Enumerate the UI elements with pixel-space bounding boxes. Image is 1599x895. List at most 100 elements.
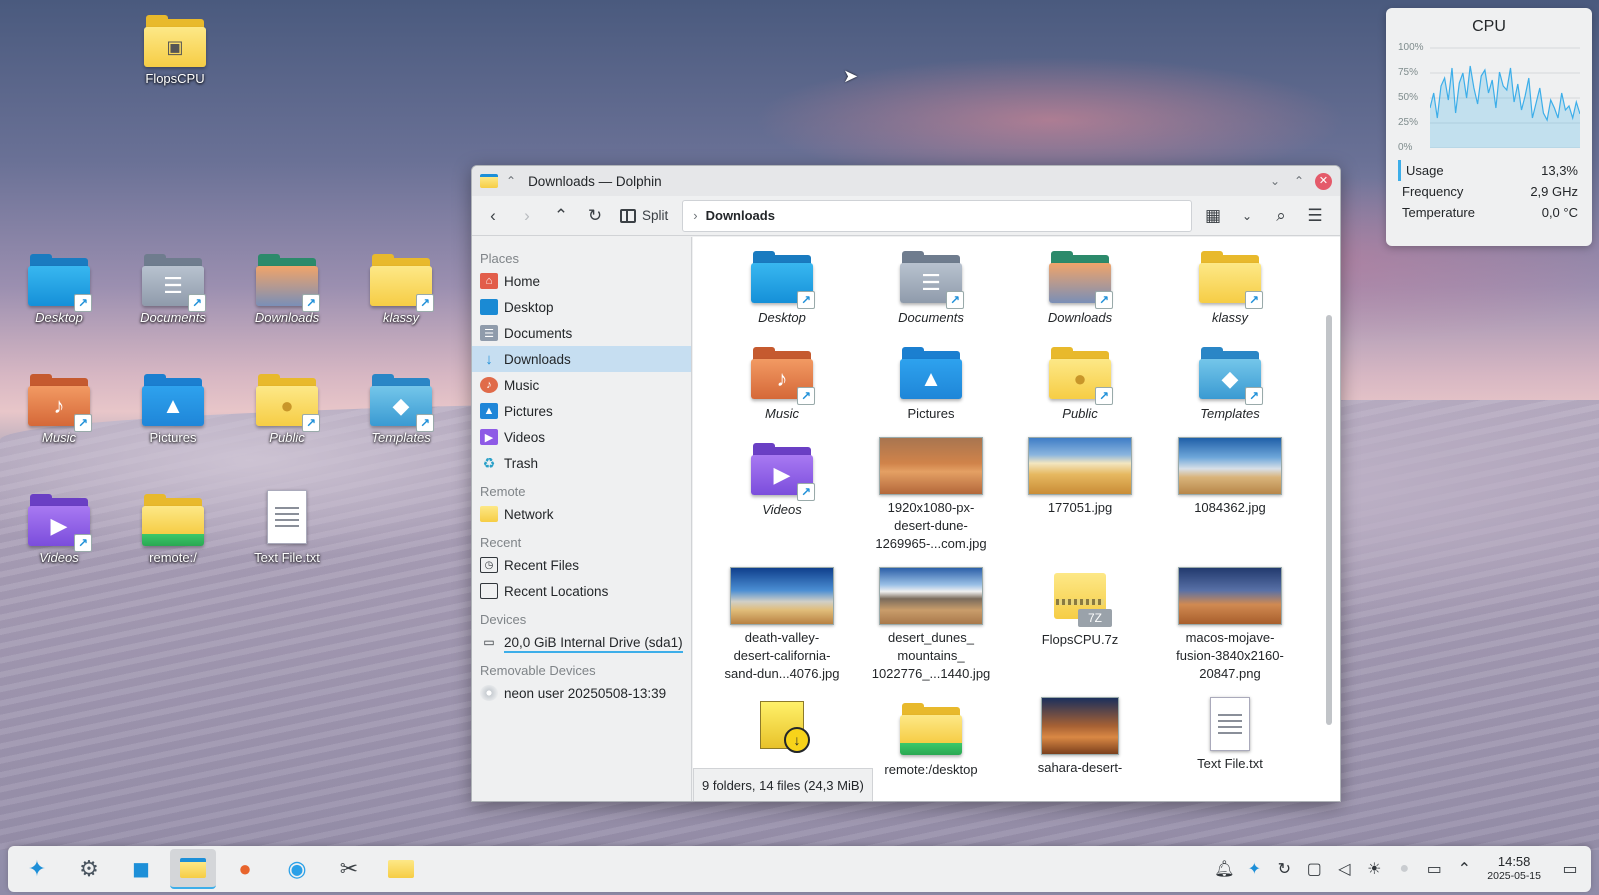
file-view[interactable]: ↗ Desktop ☰ ↗ Documents ↗ Downloads ↗ kla… [693, 237, 1340, 801]
sidebar-item-label: Pictures [504, 403, 553, 419]
back-button[interactable]: ‹ [478, 201, 508, 231]
file-manager-icon[interactable] [378, 849, 424, 889]
file-item-archive[interactable]: 7Z FlopsCPU.7z [1005, 573, 1155, 649]
breadcrumb-item[interactable]: Downloads [706, 208, 775, 223]
volume-icon[interactable]: ◁ [1329, 859, 1359, 879]
file-item-image[interactable]: 177051.jpg [1005, 437, 1155, 517]
split-icon [620, 208, 636, 223]
brightness-icon[interactable]: ☀ [1359, 859, 1389, 879]
night-light-icon[interactable]: ● [1389, 860, 1419, 878]
desktop-icon-downloads[interactable]: ↗ Downloads [237, 254, 337, 325]
desktop-icon-desktop[interactable]: ↗ Desktop [9, 254, 109, 325]
updates-icon[interactable]: ↻ [1269, 859, 1299, 879]
file-name: sahara-desert- [1037, 760, 1123, 775]
file-name: 1084362.jpg [1194, 500, 1266, 515]
file-item-klassy[interactable]: ↗ klassy [1155, 251, 1305, 327]
notifications-icon[interactable]: 🔔︎ [1209, 859, 1239, 879]
file-item-image[interactable]: macos-mojave- fusion-3840x2160- 20847.pn… [1155, 567, 1305, 683]
row-label: Frequency [1402, 184, 1464, 199]
row-value: 0,0 °C [1541, 205, 1578, 220]
sidebar-item-music[interactable]: ♪ Music [472, 372, 691, 398]
firefox-icon[interactable]: ● [222, 849, 268, 889]
keep-above-icon[interactable]: ⌃ [506, 174, 516, 188]
sidebar-item-home[interactable]: ⌂ Home [472, 268, 691, 294]
up-button[interactable]: ⌃ [546, 201, 576, 231]
discover-icon[interactable]: ◼ [118, 849, 164, 889]
search-button[interactable]: ⌕ [1266, 201, 1296, 231]
sidebar-item-recent-locations[interactable]: Recent Locations [472, 578, 691, 604]
file-item-image[interactable]: death-valley- desert-california- sand-du… [707, 567, 857, 683]
desktop-icon-public[interactable]: ● ↗ Public [237, 374, 337, 445]
file-item-desktop[interactable]: ↗ Desktop [707, 251, 857, 327]
dolphin-icon[interactable] [170, 849, 216, 889]
dolphin-window: ⌃ Downloads — Dolphin ⌄ ⌃ ✕ ‹ › ⌃ ↻ Spli… [471, 165, 1341, 802]
file-item-image[interactable]: 1920x1080-px- desert-dune- 1269965-...co… [856, 437, 1006, 553]
file-item-pictures[interactable]: ▲ Pictures [856, 347, 1006, 423]
desktop-icon-flopscpu[interactable]: ▣ FlopsCPU [125, 15, 225, 86]
reload-button[interactable]: ↻ [580, 201, 610, 231]
file-item-templates[interactable]: ◆ ↗ Templates [1155, 347, 1305, 423]
file-item-image[interactable]: sahara-desert- [1005, 697, 1155, 777]
file-item-image[interactable]: 1084362.jpg [1155, 437, 1305, 517]
launcher-icon[interactable]: ✦ [14, 849, 60, 889]
desktop-icon-remote[interactable]: remote:/ [123, 494, 223, 565]
sidebar-item-recent-files[interactable]: ◷ Recent Files [472, 552, 691, 578]
file-item-videos[interactable]: ▶ ↗ Videos [707, 443, 857, 519]
file-item-remote-desktop[interactable]: remote:/desktop [856, 703, 1006, 779]
desktop-icon-videos[interactable]: ▶ ↗ Videos [9, 494, 109, 565]
window-titlebar[interactable]: ⌃ Downloads — Dolphin ⌄ ⌃ ✕ [472, 166, 1340, 196]
expand-tray-icon[interactable]: ⌃ [1449, 859, 1479, 879]
image-thumbnail [879, 567, 983, 625]
digital-clock[interactable]: 14:58 2025-05-15 [1487, 855, 1541, 883]
section-devices: Devices [480, 612, 527, 627]
sidebar-item-videos[interactable]: ▶ Videos [472, 424, 691, 450]
spectacle-icon[interactable]: ✂ [326, 849, 372, 889]
sidebar-item-optical-disc[interactable]: neon user 20250508-13:39 [472, 680, 691, 706]
file-item-documents[interactable]: ☰ ↗ Documents [856, 251, 1006, 327]
sidebar-item-internal-drive[interactable]: ▭ 20,0 GiB Internal Drive (sda1) [472, 629, 691, 655]
cpu-row-frequency: Frequency 2,9 GHz [1398, 181, 1580, 202]
desktop-icon-label: Desktop [35, 310, 83, 325]
display-icon[interactable]: ▭ [1419, 859, 1449, 879]
vertical-scrollbar[interactable] [1326, 315, 1332, 725]
minimize-button[interactable]: ⌄ [1263, 174, 1287, 188]
places-panel: Places ⌂ Home Desktop ☰ Documents ↓ Downloa… [472, 237, 692, 801]
close-button[interactable]: ✕ [1315, 172, 1332, 190]
archive-7z-icon: 7Z [1048, 573, 1112, 627]
clipboard-icon[interactable]: ▢ [1299, 859, 1329, 879]
file-item-downloads[interactable]: ↗ Downloads [1005, 251, 1155, 327]
documents-folder-icon: ☰ ↗ [142, 254, 206, 312]
view-mode-dropdown-icon[interactable]: ⌄ [1232, 201, 1262, 231]
desktop-icon-klassy[interactable]: ↗ klassy [351, 254, 451, 325]
view-mode-icons-button[interactable]: ▦ [1198, 201, 1228, 231]
desktop-icon-templates[interactable]: ◆ ↗ Templates [351, 374, 451, 445]
sidebar-item-documents[interactable]: ☰ Documents [472, 320, 691, 346]
clock-date: 2025-05-15 [1487, 870, 1541, 882]
split-button[interactable]: Split [614, 201, 674, 231]
remote-folder-icon [142, 494, 204, 548]
file-item-music[interactable]: ♪ ↗ Music [707, 347, 857, 423]
sidebar-item-network[interactable]: Network [472, 501, 691, 527]
sidebar-item-trash[interactable]: ♻ Trash [472, 450, 691, 476]
maximize-button[interactable]: ⌃ [1287, 174, 1311, 188]
file-item-public[interactable]: ● ↗ Public [1005, 347, 1155, 423]
file-item-image[interactable]: desert_dunes_ mountains_ 1022776_...1440… [856, 567, 1006, 683]
desktop-icon-documents[interactable]: ☰ ↗ Documents [123, 254, 223, 325]
kdeconnect-icon[interactable]: ◉ [274, 849, 320, 889]
sidebar-item-pictures[interactable]: ▲ Pictures [472, 398, 691, 424]
desktop-icon [480, 299, 498, 315]
sidebar-item-label: Downloads [504, 351, 571, 367]
desktop-icon-text-file[interactable]: Text File.txt [237, 490, 337, 565]
sidebar-item-downloads[interactable]: ↓ Downloads [472, 346, 691, 372]
show-desktop-icon[interactable]: ▭ [1555, 859, 1585, 879]
file-item-text-file[interactable]: Text File.txt [1155, 697, 1305, 773]
forward-button[interactable]: › [512, 201, 542, 231]
breadcrumb[interactable]: › Downloads [682, 199, 1192, 232]
hamburger-menu-button[interactable]: ☰ [1300, 201, 1330, 231]
desktop-icon-music[interactable]: ♪ ↗ Music [9, 374, 109, 445]
sidebar-item-desktop[interactable]: Desktop [472, 294, 691, 320]
settings-icon[interactable]: ⚙ [66, 849, 112, 889]
desktop-icon-pictures[interactable]: ▲ Pictures [123, 374, 223, 445]
file-item-installer[interactable]: ↓ [707, 695, 857, 753]
kdeconnect-tray-icon[interactable]: ✦ [1239, 859, 1269, 879]
